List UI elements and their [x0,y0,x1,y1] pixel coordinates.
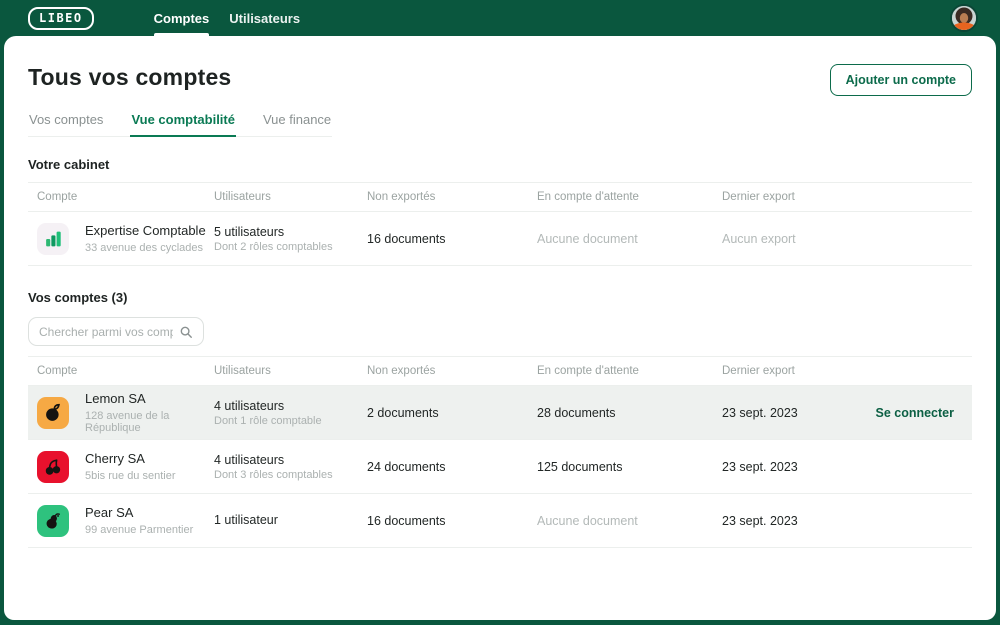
search-input[interactable] [39,324,173,339]
table-row-cherry[interactable]: Cherry SA 5bis rue du sentier 4 utilisat… [28,440,972,494]
account-name: Expertise Comptable [85,223,206,239]
view-tabs: Vos comptes Vue comptabilité Vue finance [28,112,333,137]
top-navigation: Comptes Utilisateurs [153,0,300,36]
connect-link[interactable]: Se connecter [875,406,954,420]
dernier-export-value: 23 sept. 2023 [722,513,798,528]
column-header-dernier-export: Dernier export [722,365,795,377]
libeo-logo: LIBEO [28,6,94,30]
main-content-card: Tous vos comptes Ajouter un compte Vos c… [4,36,996,620]
lemon-icon [37,396,69,429]
accounts-section-title: Vos comptes (3) [28,290,128,305]
account-address: 99 avenue Parmentier [85,523,194,536]
search-accounts-box[interactable] [28,317,204,346]
account-name: Cherry SA [85,451,145,467]
non-exportes-value: 2 documents [367,405,439,420]
tab-vue-finance[interactable]: Vue finance [262,112,332,136]
attente-value: Aucune document [537,513,638,528]
app-header: LIBEO Comptes Utilisateurs [0,0,1000,36]
column-header-utilisateurs: Utilisateurs [214,191,271,203]
account-name: Lemon SA [85,391,146,407]
user-avatar[interactable] [950,4,978,32]
users-roles: Dont 3 rôles comptables [214,468,333,481]
accounts-table-header: Compte Utilisateurs Non exportés En comp… [28,356,972,386]
nav-item-comptes[interactable]: Comptes [153,0,209,36]
users-count: 4 utilisateurs [214,452,285,467]
users-count: 4 utilisateurs [214,398,285,413]
non-exportes-value: 16 documents [367,513,446,528]
column-header-compte: Compte [37,365,78,377]
account-address: 33 avenue des cyclades [85,241,204,254]
avatar-image [952,6,976,30]
tab-vue-comptabilite[interactable]: Vue comptabilité [130,112,236,137]
column-header-non-exportes: Non exportés [367,191,436,203]
pear-icon [37,504,69,537]
users-count: 5 utilisateurs [214,224,285,239]
attente-value: Aucune document [537,231,638,246]
account-address: 128 avenue de la République [85,409,170,434]
column-header-attente: En compte d'attente [537,191,639,203]
table-row-pear[interactable]: Pear SA 99 avenue Parmentier 1 utilisate… [28,494,972,548]
account-name: Pear SA [85,505,134,521]
users-count: 1 utilisateur [214,512,278,527]
non-exportes-value: 16 documents [367,231,446,246]
column-header-compte: Compte [37,191,78,203]
cabinet-section-title: Votre cabinet [28,157,110,172]
account-address: 5bis rue du sentier [85,469,176,482]
table-row-lemon[interactable]: Lemon SA 128 avenue de la République 4 u… [28,386,972,440]
column-header-dernier-export: Dernier export [722,191,795,203]
column-header-non-exportes: Non exportés [367,365,436,377]
page-title: Tous vos comptes [28,64,232,90]
bar-chart-icon [37,222,69,255]
users-roles: Dont 2 rôles comptables [214,240,333,253]
cherry-icon [37,450,69,483]
users-roles: Dont 1 rôle comptable [214,414,322,427]
search-icon [180,326,192,338]
cabinet-table-header: Compte Utilisateurs Non exportés En comp… [28,182,972,212]
attente-value: 28 documents [537,405,616,420]
dernier-export-value: 23 sept. 2023 [722,405,798,420]
table-row-cabinet[interactable]: Expertise Comptable 33 avenue des cyclad… [28,212,972,266]
dernier-export-value: 23 sept. 2023 [722,459,798,474]
nav-item-utilisateurs[interactable]: Utilisateurs [229,0,300,36]
attente-value: 125 documents [537,459,623,474]
non-exportes-value: 24 documents [367,459,446,474]
add-account-button[interactable]: Ajouter un compte [829,64,972,96]
dernier-export-value: Aucun export [722,231,796,246]
column-header-attente: En compte d'attente [537,365,639,377]
column-header-utilisateurs: Utilisateurs [214,365,271,377]
tab-vos-comptes[interactable]: Vos comptes [28,112,104,136]
